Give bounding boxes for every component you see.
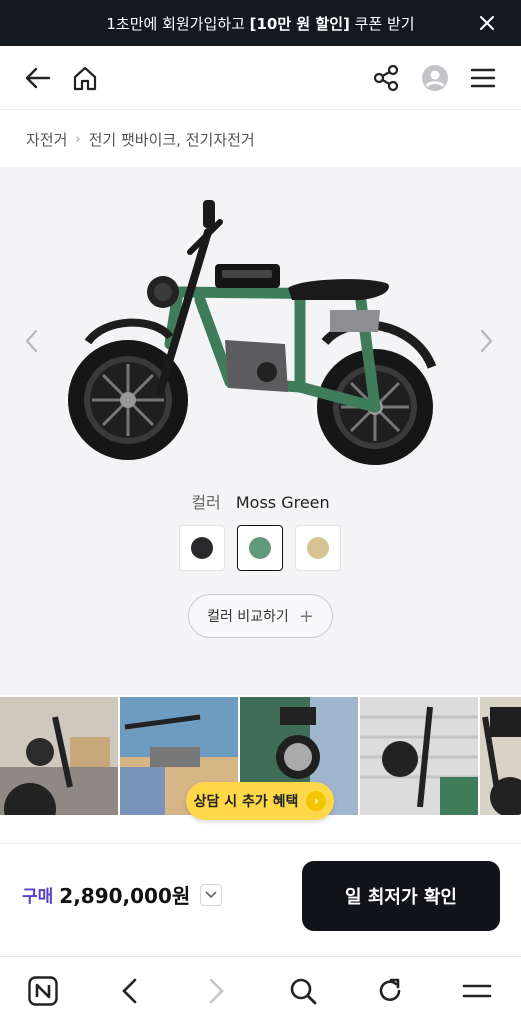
consult-label: 상담 시 추가 혜택 bbox=[193, 794, 299, 810]
color-label-row: 컬러 Moss Green bbox=[0, 489, 521, 513]
color-swatches bbox=[179, 525, 341, 571]
browser-bottom-bar bbox=[0, 956, 521, 1024]
share-icon[interactable] bbox=[370, 62, 402, 94]
chevron-down-icon[interactable] bbox=[200, 883, 223, 906]
thumbnail-4[interactable] bbox=[360, 697, 478, 815]
swatch-black[interactable] bbox=[179, 525, 225, 571]
divider bbox=[0, 843, 521, 844]
menu-icon[interactable] bbox=[461, 975, 493, 1007]
breadcrumb: 자전거 › 전기 팻바이크, 전기자전거 bbox=[0, 111, 521, 167]
price-section: 구매 2,890,000원 bbox=[22, 880, 223, 909]
top-navigation bbox=[0, 46, 521, 110]
back-arrow-icon[interactable] bbox=[22, 62, 54, 94]
prev-arrow-icon[interactable] bbox=[24, 329, 44, 353]
swatch-sand[interactable] bbox=[295, 525, 341, 571]
next-arrow-icon[interactable] bbox=[480, 329, 500, 353]
chevron-right-icon: › bbox=[306, 791, 327, 811]
compare-colors-button[interactable]: 컬러 비교하기 + bbox=[188, 594, 333, 638]
compare-label: 컬러 비교하기 bbox=[207, 609, 289, 625]
chevron-right-icon: › bbox=[75, 131, 81, 147]
menu-icon[interactable] bbox=[467, 62, 499, 94]
home-icon[interactable] bbox=[69, 62, 101, 94]
promo-banner[interactable]: 1초만에 회원가입하고 [10만 원 할인] 쿠폰 받기 bbox=[0, 0, 521, 46]
naver-n-icon[interactable] bbox=[27, 975, 59, 1007]
swatch-moss-green[interactable] bbox=[237, 525, 283, 571]
close-icon[interactable] bbox=[475, 11, 499, 35]
browser-back-icon[interactable] bbox=[113, 975, 145, 1007]
search-icon[interactable] bbox=[287, 975, 319, 1007]
account-icon[interactable] bbox=[419, 62, 451, 94]
reload-icon[interactable] bbox=[374, 975, 406, 1007]
lowest-price-button[interactable]: 일 최저가 확인 bbox=[302, 861, 500, 931]
cta-label: 일 최저가 확인 bbox=[345, 887, 457, 908]
browser-forward-icon[interactable] bbox=[201, 975, 233, 1007]
thumbnail-5[interactable] bbox=[480, 697, 521, 815]
breadcrumb-root[interactable]: 자전거 bbox=[26, 129, 67, 150]
buy-label: 구매 bbox=[22, 887, 54, 907]
plus-icon: + bbox=[298, 605, 314, 627]
color-label: 컬러 bbox=[191, 493, 221, 512]
product-gallery: 컬러 Moss Green 컬러 비교하기 + bbox=[0, 167, 521, 695]
product-image[interactable] bbox=[60, 192, 460, 467]
promo-text: 1초만에 회원가입하고 [10만 원 할인] 쿠폰 받기 bbox=[106, 14, 415, 33]
breadcrumb-current[interactable]: 전기 팻바이크, 전기자전거 bbox=[89, 129, 255, 150]
thumbnail-1[interactable] bbox=[0, 697, 118, 815]
price-value: 2,890,000원 bbox=[59, 884, 191, 908]
consult-benefit-button[interactable]: 상담 시 추가 혜택 › bbox=[186, 782, 334, 820]
color-value: Moss Green bbox=[235, 493, 330, 512]
